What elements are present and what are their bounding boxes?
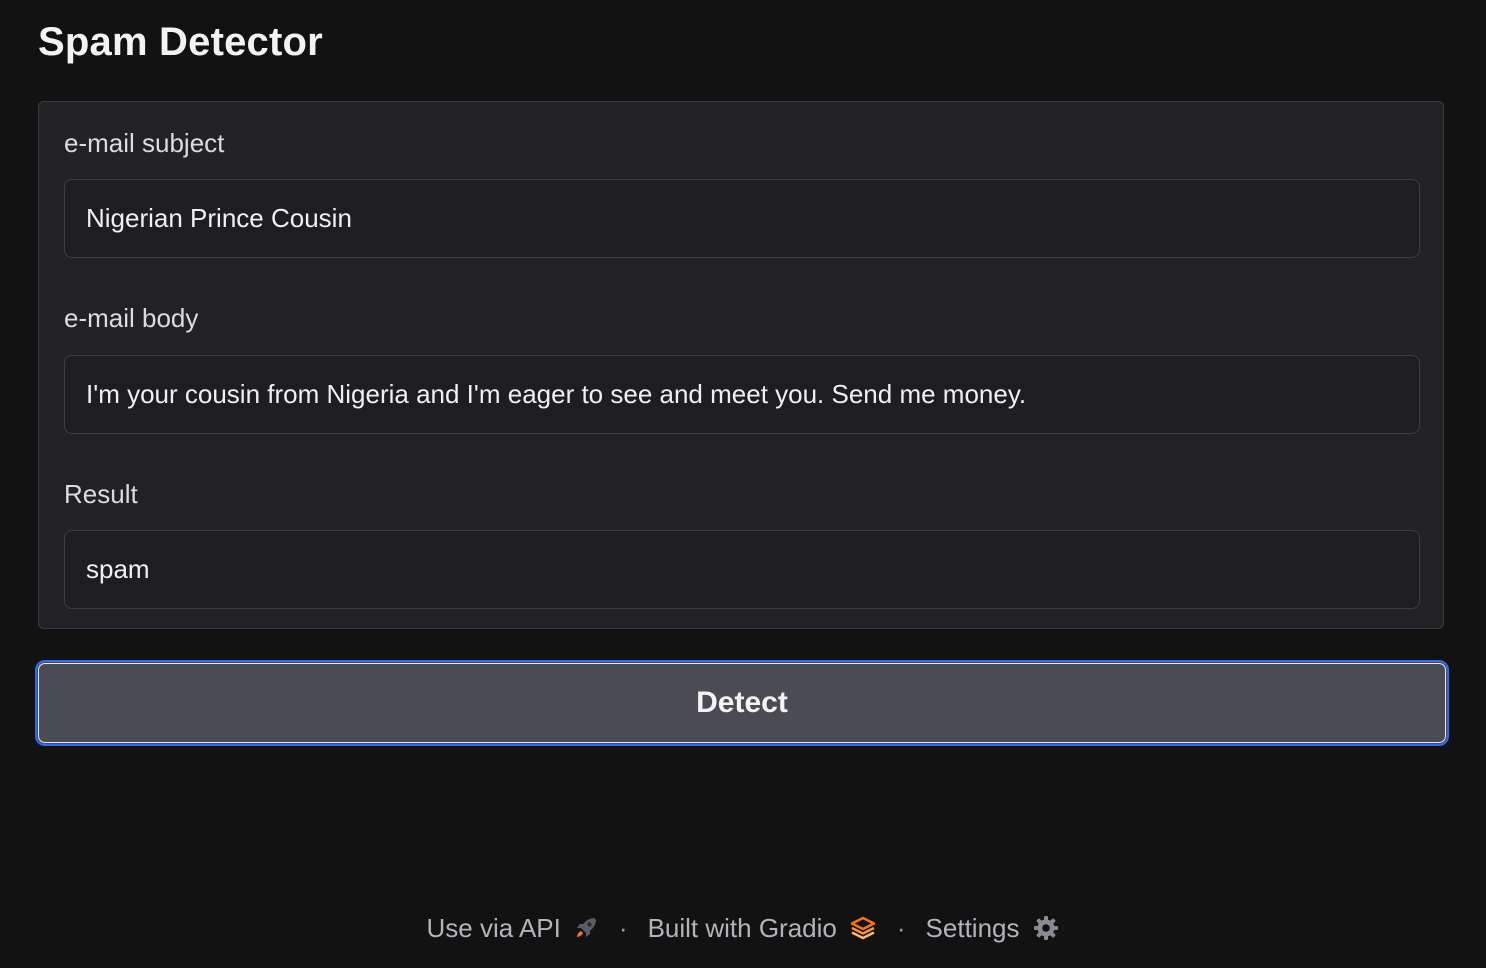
- built-with-gradio-link[interactable]: Built with Gradio: [648, 913, 877, 944]
- subject-label: e-mail subject: [64, 128, 225, 158]
- result-output[interactable]: spam: [64, 530, 1420, 609]
- page-title: Spam Detector: [38, 20, 323, 64]
- built-with-gradio-label: Built with Gradio: [647, 912, 837, 943]
- settings-link[interactable]: Settings: [926, 913, 1060, 944]
- gear-icon: [1032, 914, 1060, 942]
- rocket-icon: [573, 915, 599, 941]
- use-via-api-link[interactable]: Use via API: [426, 913, 598, 944]
- subject-input[interactable]: Nigerian Prince Cousin: [64, 179, 1420, 258]
- footer: Use via API · Built with Gradio · Settin…: [0, 905, 1486, 951]
- gradio-logo-icon: [849, 915, 877, 941]
- footer-separator: ·: [896, 912, 906, 943]
- use-via-api-label: Use via API: [426, 912, 561, 943]
- body-label: e-mail body: [64, 303, 199, 333]
- input-form-panel: e-mail subject Nigerian Prince Cousin e-…: [38, 101, 1444, 629]
- footer-separator: ·: [618, 912, 628, 943]
- settings-label: Settings: [925, 912, 1020, 943]
- detect-button[interactable]: Detect: [35, 660, 1449, 746]
- body-input[interactable]: I'm your cousin from Nigeria and I'm eag…: [64, 355, 1420, 434]
- result-label: Result: [64, 479, 138, 509]
- app-page: Spam Detector e-mail subject Nigerian Pr…: [0, 0, 1486, 968]
